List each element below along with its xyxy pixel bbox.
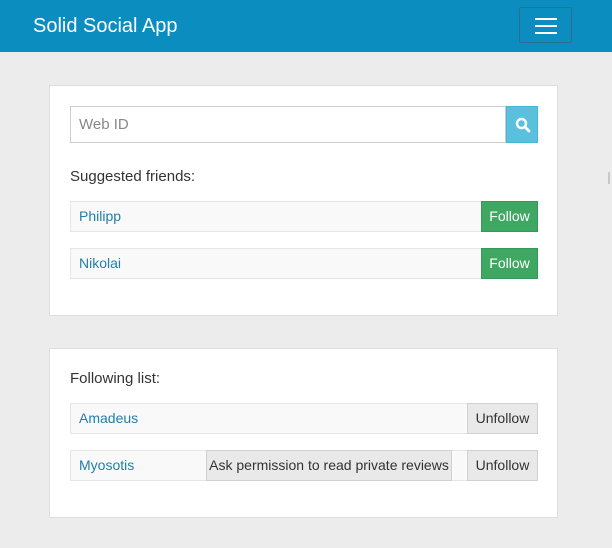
unfollow-button[interactable]: Unfollow [467, 450, 538, 481]
suggested-friend-row: Nikolai Follow [70, 248, 538, 279]
following-list-label: Following list: [70, 370, 161, 387]
following-panel: Following list: Amadeus Unfollow Myosoti… [49, 348, 558, 518]
top-navbar: Solid Social App [0, 0, 612, 52]
follow-button[interactable]: Follow [481, 201, 538, 232]
following-row: Amadeus Unfollow [70, 403, 538, 434]
hamburger-menu-icon [535, 32, 557, 34]
unfollow-button[interactable]: Unfollow [467, 403, 538, 434]
friend-link-myosotis[interactable]: Myosotis [79, 457, 134, 473]
following-row: Myosotis Ask permission to read private … [70, 450, 538, 481]
friends-panel: Suggested friends: Philipp Follow Nikola… [49, 85, 558, 316]
app-brand[interactable]: Solid Social App [33, 13, 178, 39]
friend-link-nikolai[interactable]: Nikolai [79, 255, 121, 271]
suggested-friend-row: Philipp Follow [70, 201, 538, 232]
scrollbar-marker [608, 172, 610, 184]
ask-permission-button[interactable]: Ask permission to read private reviews [206, 450, 452, 481]
friend-link-philipp[interactable]: Philipp [79, 208, 121, 224]
hamburger-menu-icon [535, 18, 557, 20]
hamburger-menu-button[interactable] [519, 7, 572, 43]
hamburger-menu-icon [535, 25, 557, 27]
search-icon [515, 117, 531, 133]
suggested-friends-label: Suggested friends: [70, 168, 196, 185]
web-id-input[interactable] [70, 106, 506, 143]
follow-button[interactable]: Follow [481, 248, 538, 279]
search-button[interactable] [506, 106, 538, 143]
friend-link-amadeus[interactable]: Amadeus [79, 410, 138, 426]
